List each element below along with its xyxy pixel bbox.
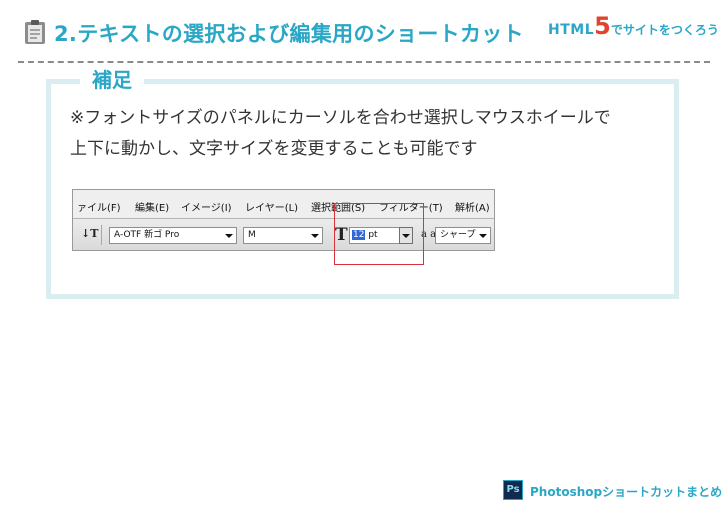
text-orientation-icon[interactable]: ↓T: [81, 227, 98, 240]
photoshop-icon: Ps: [503, 480, 523, 500]
menu-layer[interactable]: レイヤー(L): [245, 199, 298, 214]
font-family-value: A-OTF 新ゴ Pro: [114, 230, 180, 240]
menu-bar: ァイル(F) 編集(E) イメージ(I) レイヤー(L) 選択範囲(S) フィル…: [73, 190, 494, 219]
footer-label: Photoshopショートカットまとめ: [530, 485, 723, 499]
note-text: ※フォントサイズのパネルにカーソルを合わせ選択しマウスホイールで 上下に動かし、…: [70, 103, 670, 165]
slide-header: 2.テキストの選択および編集用のショートカット HTML5でサイトをつくろう: [0, 0, 728, 63]
chevron-down-icon: [479, 234, 487, 238]
slide-title: 2.テキストの選択および編集用のショートカット: [54, 22, 524, 46]
clipboard-icon: [25, 20, 45, 44]
font-style-select[interactable]: M: [243, 227, 323, 244]
brand-html-text: HTML: [548, 22, 595, 38]
options-bar: ↓T A-OTF 新ゴ Pro M T 12 pt a a シャープ: [73, 219, 494, 250]
antialias-value: シャープ: [440, 230, 476, 240]
note-line-1: ※フォントサイズのパネルにカーソルを合わせ選択しマウスホイールで: [70, 108, 611, 128]
chevron-down-icon: [225, 234, 233, 238]
brand-five-text: 5: [594, 12, 611, 40]
header-divider: [18, 61, 710, 63]
note-line-2: 上下に動かし、文字サイズを変更することも可能です: [70, 139, 478, 159]
chevron-down-icon: [311, 234, 319, 238]
photoshop-toolbar-screenshot: ァイル(F) 編集(E) イメージ(I) レイヤー(L) 選択範囲(S) フィル…: [72, 189, 495, 251]
options-separator: [101, 225, 102, 245]
font-family-select[interactable]: A-OTF 新ゴ Pro: [109, 227, 237, 244]
menu-edit[interactable]: 編集(E): [135, 199, 169, 214]
menu-file[interactable]: ァイル(F): [77, 199, 121, 214]
brand-tagline: でサイトをつくろう: [610, 23, 719, 37]
font-size-highlight: [334, 203, 424, 265]
note-label: 補足: [80, 64, 144, 93]
menu-image[interactable]: イメージ(I): [181, 199, 232, 214]
brand-logo: HTML5でサイトをつくろう: [548, 12, 719, 40]
font-style-value: M: [248, 230, 256, 240]
antialias-select[interactable]: シャープ: [435, 227, 491, 244]
menu-analysis[interactable]: 解析(A): [455, 199, 490, 214]
